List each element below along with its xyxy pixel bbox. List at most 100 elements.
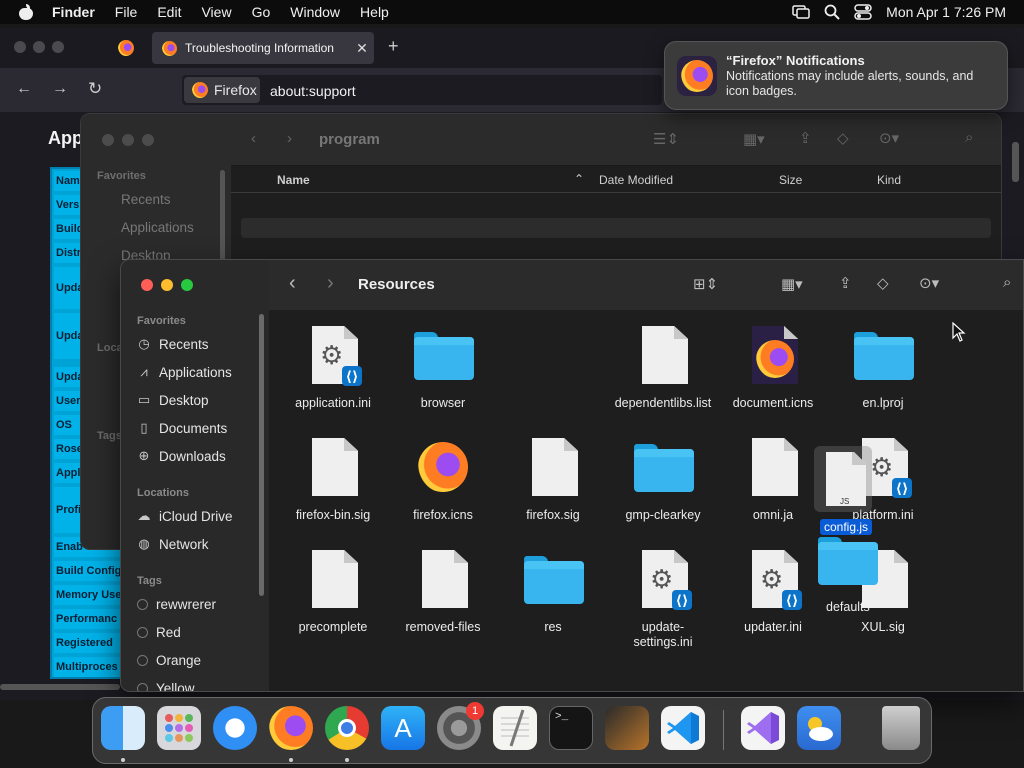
gear-icon: ⚙ [650,564,674,594]
menu-go[interactable]: Go [252,0,271,24]
column-size-header[interactable]: Size [779,173,802,187]
group-icon[interactable]: ▦▾ [743,130,765,148]
firefox-icon[interactable] [269,706,313,750]
spotlight-search-icon[interactable] [824,4,840,20]
chrome-icon[interactable] [325,706,369,750]
tag-color-dot [137,682,148,691]
globe-icon: ◍ [138,536,150,551]
file-name: en.lproj [862,396,904,410]
sidebar-tag-red[interactable]: Red [137,620,181,644]
sidebar-tag-rewwrerer[interactable]: rewwrerer [137,592,216,616]
apple-menu-icon[interactable] [19,4,33,20]
list-view-icon[interactable]: ☰⇕ [653,130,679,148]
column-name-header[interactable]: Name [277,173,310,187]
column-date-header[interactable]: Date Modified [599,173,673,187]
sidebar-item-applications[interactable]: Applications [121,220,194,235]
back-chevron-icon[interactable]: ‹ [289,272,296,295]
page-horizontal-scrollbar[interactable] [0,684,120,690]
window-zoom-button[interactable] [52,41,64,53]
textedit-icon[interactable] [493,706,537,750]
tab-troubleshooting[interactable]: Troubleshooting Information ✕ [152,32,374,64]
url-text[interactable]: about:support [270,83,356,99]
search-icon[interactable]: ⌕ [965,129,973,146]
page-vertical-scrollbar[interactable] [1012,142,1019,182]
reload-icon[interactable]: ↻ [88,79,102,99]
tab-favicon-icon [162,40,177,56]
menu-help[interactable]: Help [360,0,389,24]
screen-mirroring-icon[interactable] [792,5,810,19]
vscode-icon[interactable] [661,706,705,750]
window-close-button[interactable] [14,41,26,53]
column-kind-header[interactable]: Kind [877,173,901,187]
new-tab-icon[interactable]: + [388,36,399,57]
control-center-icon[interactable] [854,4,872,20]
window-minimize-button[interactable] [161,279,173,291]
window-zoom-button[interactable] [142,134,154,146]
sidebar-item-desktop[interactable]: ▭ Desktop [137,388,209,412]
back-chevron-icon[interactable]: ‹ [251,130,256,147]
visual-studio-icon[interactable] [741,706,785,750]
menu-app-finder[interactable]: Finder [52,0,95,24]
app-store-icon[interactable]: A [381,706,425,750]
forward-arrow-icon[interactable]: → [52,80,68,98]
notification-banner[interactable]: “Firefox” Notifications Notifications ma… [664,41,1008,110]
finder-toolbar-back: ‹ › program ☰⇕ ▦▾ ⇪ ◇ ⊙▾ ⌕ [231,114,1001,166]
terminal-icon[interactable]: >_ [549,706,593,750]
folder-icon [414,332,474,380]
cloud-icon: ☁ [137,508,151,523]
sidebar-item-label: Downloads [159,448,226,464]
search-icon[interactable]: ⌕ [1003,274,1011,291]
file-name: application.ini [295,396,371,410]
menu-bar-clock[interactable]: Mon Apr 1 7:26 PM [886,4,1006,20]
sidebar-scrollbar[interactable] [259,314,264,596]
menu-file[interactable]: File [115,0,138,24]
back-arrow-icon[interactable]: ← [16,80,32,98]
sidebar-tag-orange[interactable]: Orange [137,648,201,672]
more-actions-icon[interactable]: ⊙▾ [919,274,939,292]
gear-icon: ⚙ [760,564,784,594]
sidebar-section-favorites: Favorites [137,315,186,327]
sidebar-item-downloads[interactable]: ⊕ Downloads [137,444,226,468]
running-indicator [345,758,349,762]
firefox-view-icon[interactable] [118,40,134,56]
finder-icon[interactable] [101,706,145,750]
sidebar-tag-yellow[interactable]: Yellow [137,676,195,691]
dragged-folder-icon [818,537,878,585]
weather-icon[interactable] [797,706,841,750]
js-badge: JS [840,497,850,506]
trash-icon[interactable] [882,706,920,750]
forward-chevron-icon[interactable]: › [287,130,292,147]
window-minimize-button[interactable] [33,41,45,53]
tab-close-icon[interactable]: ✕ [350,40,374,57]
instruments-icon[interactable] [605,706,649,750]
dragged-file-name[interactable]: config.js [820,519,873,535]
menu-window[interactable]: Window [290,0,340,24]
sidebar-item-applications[interactable]: ⩘ Applications [137,360,231,384]
window-zoom-button[interactable] [181,279,193,291]
identity-box[interactable]: Firefox [184,77,260,103]
group-icon[interactable]: ▦▾ [781,275,803,293]
running-indicator [121,758,125,762]
running-indicator [289,758,293,762]
menu-view[interactable]: View [201,0,231,24]
menu-edit[interactable]: Edit [157,0,181,24]
share-icon[interactable]: ⇪ [839,274,852,292]
safari-icon[interactable] [213,706,257,750]
sidebar-item-recents[interactable]: ◷ Recents [137,332,208,356]
share-icon[interactable]: ⇪ [799,129,812,147]
window-minimize-button[interactable] [122,134,134,146]
tag-icon[interactable]: ◇ [877,274,889,292]
mouse-cursor-icon [952,322,966,342]
sidebar-item-icloud[interactable]: ☁ iCloud Drive [137,504,233,528]
sidebar-item-recents[interactable]: Recents [121,192,171,207]
window-close-button[interactable] [102,134,114,146]
sidebar-item-documents[interactable]: ▯ Documents [137,416,227,440]
icon-view-icon[interactable]: ⊞⇕ [693,275,718,293]
window-close-button[interactable] [141,279,153,291]
tag-icon[interactable]: ◇ [837,129,849,147]
dragged-folder-name[interactable]: defaults [826,600,870,614]
sidebar-item-network[interactable]: ◍ Network [137,532,208,556]
forward-chevron-icon[interactable]: › [327,272,334,295]
launchpad-icon[interactable] [157,706,201,750]
more-actions-icon[interactable]: ⊙▾ [879,129,899,147]
